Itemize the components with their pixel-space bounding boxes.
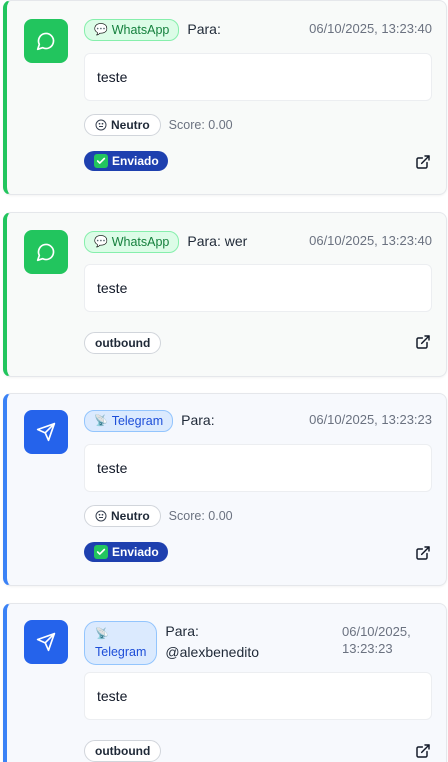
message-content: teste [84, 672, 432, 720]
sentiment-score: Score: 0.00 [168, 509, 233, 523]
satellite-icon: 📡 [95, 628, 109, 640]
recipient-name: @alexbenedito [165, 644, 260, 660]
channel-label: WhatsApp [111, 23, 170, 37]
speech-bubble-icon: 💬 [94, 24, 108, 36]
open-external-icon[interactable] [414, 333, 432, 351]
status-label: Enviado [112, 154, 159, 168]
sentiment-label: Neutro [111, 509, 150, 523]
speech-bubble-icon: 💬 [94, 236, 108, 248]
recipient-prefix: Para: [165, 623, 199, 639]
open-external-icon[interactable] [414, 544, 432, 562]
timestamp: 06/10/2025, 13:23:40 [309, 21, 432, 36]
timestamp-date: 06/10/2025, [342, 624, 411, 639]
recipient: Para: [187, 21, 221, 37]
whatsapp-avatar [24, 230, 68, 274]
telegram-avatar [24, 410, 68, 454]
chat-bubble-icon [36, 243, 55, 262]
channel-badge: 📡 Telegram [84, 621, 158, 665]
sentiment-score: Score: 0.00 [168, 118, 233, 132]
send-icon [36, 422, 56, 442]
status-badge: Enviado [84, 542, 168, 562]
chat-bubble-icon [36, 32, 55, 51]
send-icon [36, 632, 56, 652]
satellite-icon: 📡 [94, 415, 108, 427]
channel-badge: 📡 Telegram [84, 410, 174, 432]
recipient: Para: [181, 412, 215, 428]
sentiment-badge: Neutro [84, 114, 161, 136]
message-card[interactable]: 📡 Telegram Para: 06/10/2025, 13:23:23 te… [3, 393, 447, 586]
timestamp-time: 13:23:23 [342, 641, 393, 656]
channel-label: Telegram [111, 414, 164, 428]
direction-badge: outbound [84, 332, 162, 354]
whatsapp-avatar [24, 19, 68, 63]
status-badge: Enviado [84, 151, 168, 171]
recipient: Para: wer [187, 233, 248, 249]
sentiment-label: Neutro [111, 118, 150, 132]
message-content: teste [84, 264, 432, 312]
direction-badge: outbound [84, 740, 162, 762]
message-card[interactable]: 📡 Telegram Para: @alexbenedito 06/10/202… [3, 603, 447, 762]
message-content: teste [84, 53, 432, 101]
timestamp: 06/10/2025, 13:23:40 [309, 233, 432, 248]
check-mark-icon [94, 545, 108, 559]
telegram-avatar [24, 620, 68, 664]
channel-badge: 💬 WhatsApp [84, 19, 180, 41]
open-external-icon[interactable] [414, 153, 432, 171]
message-card[interactable]: 💬 WhatsApp Para: wer 06/10/2025, 13:23:4… [3, 212, 447, 377]
channel-label: Telegram [95, 645, 147, 659]
timestamp: 06/10/2025, 13:23:23 [309, 412, 432, 427]
recipient: Para: @alexbenedito [165, 621, 259, 663]
sentiment-badge: Neutro [84, 505, 161, 527]
channel-label: WhatsApp [111, 235, 170, 249]
timestamp: 06/10/2025, 13:23:23 [342, 623, 432, 657]
status-label: Enviado [112, 545, 159, 559]
neutral-face-icon [95, 119, 107, 131]
message-card[interactable]: 💬 WhatsApp Para: 06/10/2025, 13:23:40 te… [3, 0, 447, 195]
neutral-face-icon [95, 510, 107, 522]
channel-badge: 💬 WhatsApp [84, 231, 180, 253]
message-content: teste [84, 444, 432, 492]
check-mark-icon [94, 154, 108, 168]
open-external-icon[interactable] [414, 742, 432, 760]
